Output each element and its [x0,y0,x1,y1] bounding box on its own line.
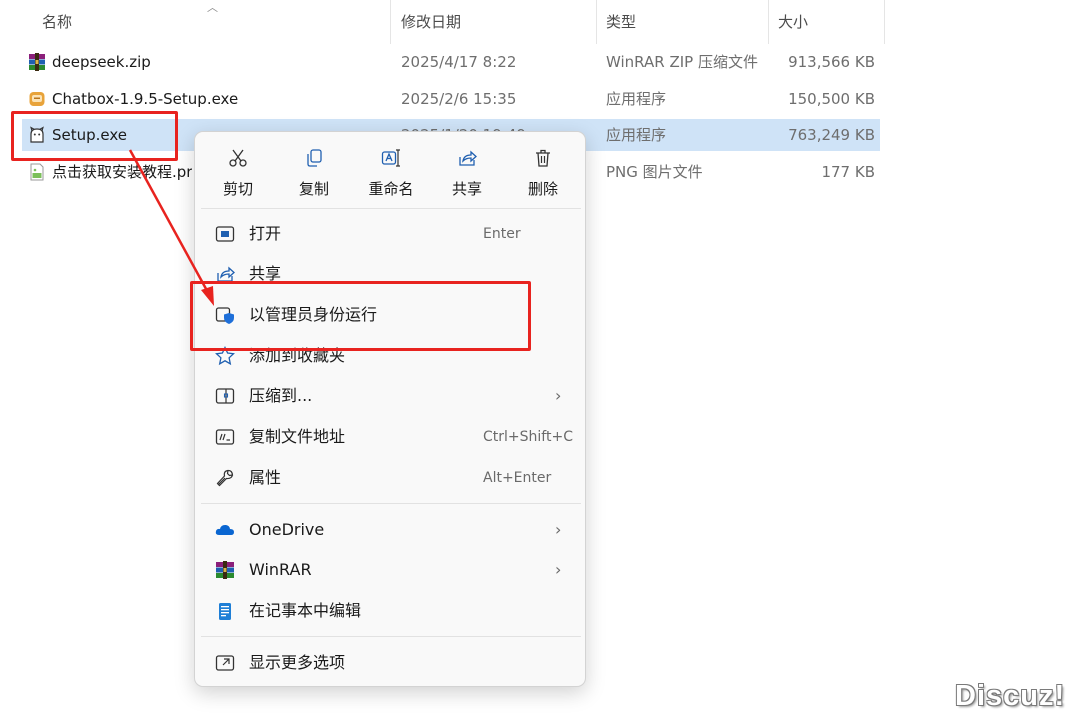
discuz-watermark: Discuz! [955,680,1066,712]
annotation-arrow [128,149,214,306]
